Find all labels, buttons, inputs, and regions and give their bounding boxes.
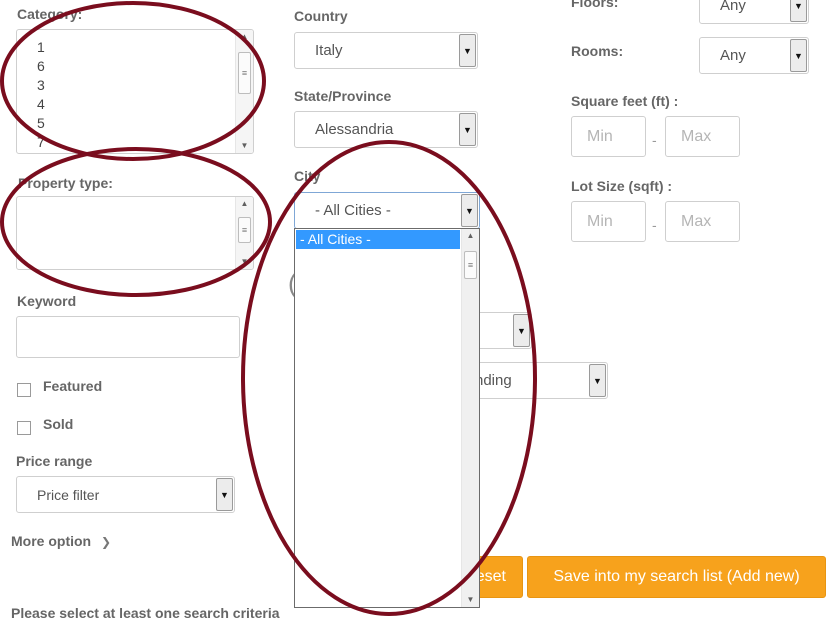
price-range-label: Price range <box>16 453 93 469</box>
lot-min-input[interactable]: Min <box>571 201 646 242</box>
category-scrollbar[interactable]: ▲ ≡ ▼ <box>235 30 253 153</box>
scroll-down-icon[interactable]: ▼ <box>236 255 253 269</box>
state-value: Alessandria <box>315 121 394 138</box>
rooms-select[interactable]: Any ▼ <box>699 37 809 74</box>
scroll-thumb[interactable]: ≡ <box>464 251 477 279</box>
city-select[interactable]: - All Cities - ▼ <box>294 192 480 229</box>
country-select[interactable]: Italy ▼ <box>294 32 478 69</box>
range-separator: - <box>652 132 657 148</box>
lot-max-input[interactable]: Max <box>665 201 740 242</box>
more-option-label: More option <box>11 533 92 549</box>
triangle-down-icon[interactable]: ▼ <box>513 314 530 347</box>
triangle-down-icon[interactable]: ▼ <box>459 34 476 67</box>
city-option-selected[interactable]: - All Cities - <box>296 230 460 249</box>
category-label: Category: <box>17 6 83 22</box>
property-type-scrollbar[interactable]: ▲ ≡ ▼ <box>235 197 253 269</box>
keyword-label: Keyword <box>17 293 77 309</box>
scroll-down-icon[interactable]: ▼ <box>462 593 479 607</box>
scroll-up-icon[interactable]: ▲ <box>462 229 479 243</box>
scroll-up-icon[interactable]: ▲ <box>236 30 253 44</box>
triangle-down-icon[interactable]: ▼ <box>461 194 478 227</box>
sold-label: Sold <box>43 416 74 432</box>
category-option[interactable]: 3 <box>17 76 253 95</box>
square-feet-label: Square feet (ft) : <box>571 93 679 109</box>
save-search-button[interactable]: Save into my search list (Add new) <box>527 556 826 598</box>
floors-select[interactable]: Any ▼ <box>699 0 809 24</box>
property-type-listbox[interactable]: ▲ ≡ ▼ <box>16 196 254 270</box>
triangle-down-icon[interactable]: ▼ <box>216 478 233 511</box>
category-listbox[interactable]: 1 6 3 4 5 7 ▲ ≡ ▼ <box>16 29 254 154</box>
rooms-value: Any <box>720 47 746 64</box>
sqft-min-input[interactable]: Min <box>571 116 646 157</box>
triangle-down-icon[interactable]: ▼ <box>459 113 476 146</box>
scroll-down-icon[interactable]: ▼ <box>236 139 253 153</box>
city-dropdown-list[interactable]: - All Cities - ▲ ≡ ▼ <box>294 228 480 608</box>
category-option[interactable]: 6 <box>17 57 253 76</box>
country-label: Country <box>294 8 348 24</box>
category-option[interactable]: 7 <box>17 133 253 152</box>
range-separator: - <box>652 217 657 233</box>
scroll-thumb[interactable]: ≡ <box>238 52 251 94</box>
price-filter-select[interactable]: Price filter ▼ <box>16 476 235 513</box>
rooms-label: Rooms: <box>571 43 624 59</box>
category-option[interactable]: 5 <box>17 114 253 133</box>
category-option[interactable]: 1 <box>17 38 253 57</box>
scroll-up-icon[interactable]: ▲ <box>236 197 253 211</box>
city-label: City <box>294 168 321 184</box>
state-select[interactable]: Alessandria ▼ <box>294 111 478 148</box>
floors-value: Any <box>720 0 746 14</box>
state-label: State/Province <box>294 88 392 104</box>
category-option[interactable]: 4 <box>17 95 253 114</box>
sqft-max-input[interactable]: Max <box>665 116 740 157</box>
price-filter-value: Price filter <box>37 486 100 503</box>
property-type-label: Property type: <box>18 175 113 191</box>
country-value: Italy <box>315 42 343 59</box>
featured-checkbox[interactable] <box>17 383 31 397</box>
city-dropdown-scrollbar[interactable]: ▲ ≡ ▼ <box>461 229 479 607</box>
chevron-down-icon: ❯ <box>101 535 112 549</box>
triangle-down-icon[interactable]: ▼ <box>589 364 606 397</box>
more-option-toggle[interactable]: More option ❯ <box>11 533 111 549</box>
sold-checkbox[interactable] <box>17 421 31 435</box>
featured-label: Featured <box>43 378 103 394</box>
floors-label: Floors: <box>571 0 619 10</box>
triangle-down-icon[interactable]: ▼ <box>790 0 807 22</box>
hidden-select-2-value: nding <box>475 372 512 389</box>
city-value: - All Cities - <box>315 202 391 219</box>
status-message: Please select at least one search criter… <box>11 605 280 621</box>
scroll-thumb[interactable]: ≡ <box>238 217 251 243</box>
category-options: 1 6 3 4 5 7 <box>17 30 253 152</box>
triangle-down-icon[interactable]: ▼ <box>790 39 807 72</box>
lot-size-label: Lot Size (sqft) : <box>571 178 673 194</box>
keyword-input[interactable] <box>16 316 240 358</box>
